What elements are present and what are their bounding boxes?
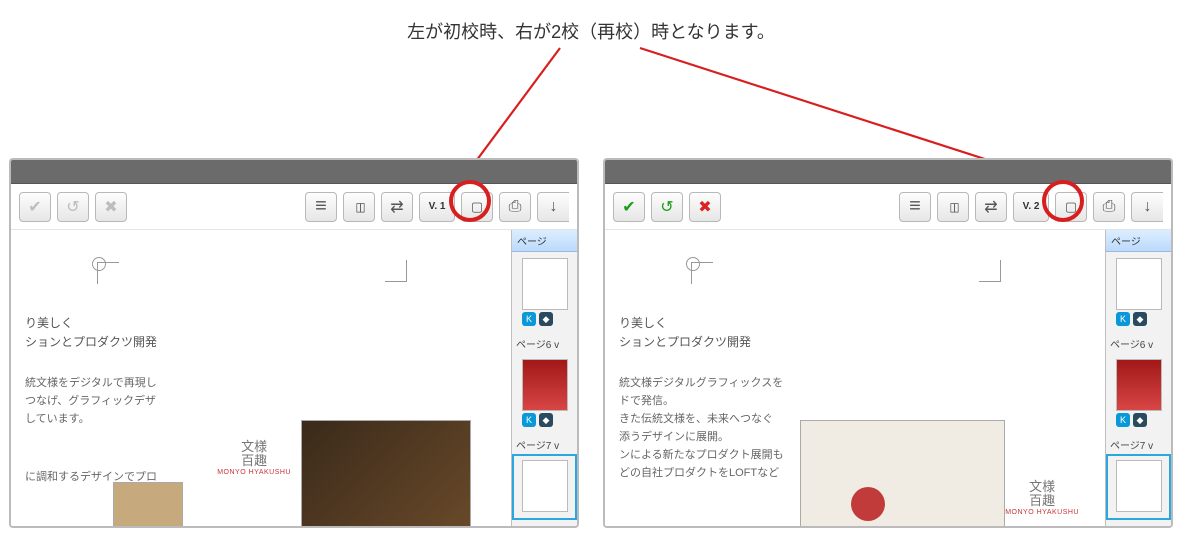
doc-text: り美しく bbox=[25, 314, 497, 331]
book-view-button[interactable] bbox=[461, 192, 493, 222]
download-button[interactable] bbox=[537, 192, 569, 222]
doc-text: 統文様デジタルグラフィックスを bbox=[619, 374, 1091, 390]
approve-button[interactable] bbox=[19, 192, 51, 222]
approve-button[interactable] bbox=[613, 192, 645, 222]
page-label: ページ7 v bbox=[1106, 437, 1171, 454]
page-sidebar: ページ K◆ ページ6 v K◆ ページ7 v bbox=[511, 230, 577, 526]
placeholder-image bbox=[800, 420, 1005, 526]
status-chip: K bbox=[1116, 312, 1130, 326]
list-view-button[interactable] bbox=[899, 192, 931, 222]
book-view-button[interactable] bbox=[1055, 192, 1087, 222]
status-chip: K bbox=[522, 312, 536, 326]
version-button[interactable]: V. 2 bbox=[1013, 192, 1049, 222]
document-preview[interactable]: り美しく ションとプロダクツ開発 統文様デジタルグラフィックスを ドで発信。 き… bbox=[605, 230, 1105, 526]
version-button[interactable]: V. 1 bbox=[419, 192, 455, 222]
spread-view-button[interactable] bbox=[343, 192, 375, 222]
page-thumbnail[interactable] bbox=[512, 454, 577, 520]
screenshot-right: V. 2 り美しく ションとプロダクツ開発 統文様デジタルグラフィックスを ドで… bbox=[603, 158, 1173, 528]
doc-text: つなげ、グラフィックデザ bbox=[25, 392, 497, 408]
page-label: ページ6 v bbox=[512, 336, 577, 353]
status-chip: K bbox=[522, 413, 536, 427]
toolbar: V. 1 bbox=[11, 184, 577, 230]
crop-mark-icon bbox=[97, 262, 119, 284]
page-label: ページ6 v bbox=[1106, 336, 1171, 353]
crop-mark-icon bbox=[979, 260, 1001, 282]
status-chip: ◆ bbox=[1133, 312, 1147, 326]
placeholder-image bbox=[301, 420, 471, 526]
page-thumbnail[interactable]: K◆ bbox=[512, 353, 577, 437]
document-preview[interactable]: り美しく ションとプロダクツ開発 統文様をデジタルで再現し つなげ、グラフィック… bbox=[11, 230, 511, 526]
reject-button[interactable] bbox=[95, 192, 127, 222]
brand-logo: 文様 百趣 MONYO HYAKUSHU bbox=[217, 440, 291, 476]
page-label: ページ7 v bbox=[512, 437, 577, 454]
compare-button[interactable] bbox=[975, 192, 1007, 222]
print-button[interactable] bbox=[499, 192, 531, 222]
list-view-button[interactable] bbox=[305, 192, 337, 222]
page-thumbnail[interactable]: K◆ bbox=[1106, 353, 1171, 437]
page-thumbnail[interactable]: K◆ bbox=[1106, 252, 1171, 336]
page-thumbnail[interactable] bbox=[1106, 454, 1171, 520]
compare-button[interactable] bbox=[381, 192, 413, 222]
sidebar-header: ページ bbox=[512, 230, 577, 252]
doc-text: ションとプロダクツ開発 bbox=[25, 333, 497, 350]
status-chip: ◆ bbox=[1133, 413, 1147, 427]
doc-text: り美しく bbox=[619, 314, 1091, 331]
download-button[interactable] bbox=[1131, 192, 1163, 222]
window-titlebar bbox=[605, 160, 1171, 184]
spread-view-button[interactable] bbox=[937, 192, 969, 222]
page-thumbnail[interactable]: K◆ bbox=[512, 252, 577, 336]
crop-mark-icon bbox=[691, 262, 713, 284]
brand-logo: 文様 百趣 MONYO HYAKUSHU bbox=[1005, 480, 1079, 516]
page-sidebar: ページ K◆ ページ6 v K◆ ページ7 v bbox=[1105, 230, 1171, 526]
revert-button[interactable] bbox=[651, 192, 683, 222]
status-chip: K bbox=[1116, 413, 1130, 427]
status-chip: ◆ bbox=[539, 312, 553, 326]
screenshot-left: V. 1 り美しく ションとプロダクツ開発 統文様をデジタルで再現し つなげ、グ… bbox=[9, 158, 579, 528]
window-titlebar bbox=[11, 160, 577, 184]
crop-mark-icon bbox=[385, 260, 407, 282]
toolbar: V. 2 bbox=[605, 184, 1171, 230]
status-chip: ◆ bbox=[539, 413, 553, 427]
caption-text: 左が初校時、右が2校（再校）時となります。 bbox=[0, 18, 1182, 44]
print-button[interactable] bbox=[1093, 192, 1125, 222]
revert-button[interactable] bbox=[57, 192, 89, 222]
doc-text: ドで発信。 bbox=[619, 392, 1091, 408]
placeholder-image bbox=[113, 482, 183, 526]
doc-text: ションとプロダクツ開発 bbox=[619, 333, 1091, 350]
doc-text: 統文様をデジタルで再現し bbox=[25, 374, 497, 390]
sidebar-header: ページ bbox=[1106, 230, 1171, 252]
reject-button[interactable] bbox=[689, 192, 721, 222]
